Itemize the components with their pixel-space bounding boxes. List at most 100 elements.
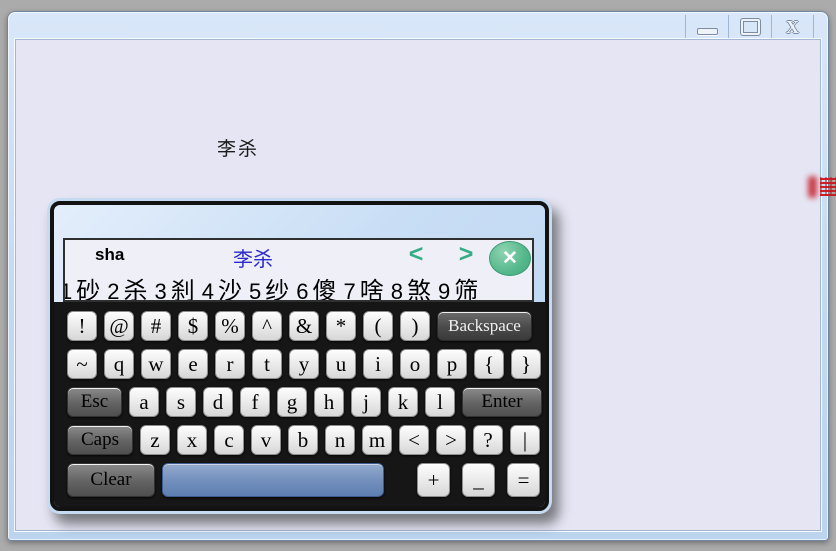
close-icon: X [786,18,799,36]
candidate-char: 筛 [454,271,478,302]
prev-page-arrow[interactable]: < [403,240,429,268]
keyboard-row-1: !@#$%^&*()Backspace [67,311,545,341]
key-enter[interactable]: Enter [462,387,542,417]
key-hash[interactable]: # [141,311,171,341]
key-z[interactable]: z [140,425,170,455]
maximize-button[interactable] [728,15,771,38]
key-m[interactable]: m [362,425,392,455]
key-f[interactable]: f [240,387,270,417]
key-x[interactable]: x [177,425,207,455]
composed-text: 李杀 [233,243,273,272]
key-j[interactable]: j [351,387,381,417]
minimize-icon [697,28,718,35]
key-question[interactable]: ? [473,425,503,455]
key-paren-open[interactable]: ( [363,311,393,341]
key-caret[interactable]: ^ [252,311,282,341]
key-d[interactable]: d [203,387,233,417]
key-i[interactable]: i [363,349,393,379]
key-asterisk[interactable]: * [326,311,356,341]
close-button[interactable]: X [771,15,814,38]
key-q[interactable]: q [104,349,134,379]
key-less-than[interactable]: < [399,425,429,455]
key-ampersand[interactable]: & [289,311,319,341]
key-g[interactable]: g [277,387,307,417]
key-tilde[interactable]: ~ [67,349,97,379]
candidate-char: 砂 [76,271,100,302]
keyboard-keys: !@#$%^&*()Backspace ~qwertyuiop{} Escasdfg… [67,311,545,497]
titlebar[interactable]: X [8,12,828,39]
virtual-keyboard: !@#$%^&*()Backspace ~qwertyuiop{} Escasdfg… [54,302,545,507]
candidate-9[interactable]: 9筛 [438,271,478,302]
pinyin-panel: sha 李杀 < > ✕ 1砂2杀3刹4沙5纱6傻7啥8煞9筛 [63,238,534,302]
key-s[interactable]: s [166,387,196,417]
keyboard-row-3: EscasdfghjklEnter [67,387,545,417]
ime-popup: sha 李杀 < > ✕ 1砂2杀3刹4沙5纱6傻7啥8煞9筛 !@#$%^&*… [50,201,549,511]
key-clear[interactable]: Clear [67,463,155,497]
key-dollar[interactable]: $ [178,311,208,341]
pinyin-header: sha 李杀 < > ✕ [65,240,532,270]
key-paren-close[interactable]: ) [400,311,430,341]
red-desktop-artifact [808,173,836,201]
candidate-3[interactable]: 3刹 [155,271,195,302]
document-text: 李杀 [217,134,259,161]
key-caps[interactable]: Caps [67,425,133,455]
key-c[interactable]: c [214,425,244,455]
candidate-1[interactable]: 1砂 [63,271,100,302]
candidate-char: 纱 [265,271,289,302]
candidate-5[interactable]: 5纱 [249,271,289,302]
key-plus[interactable]: + [417,463,450,497]
maximize-icon [741,19,760,35]
key-pipe[interactable]: | [510,425,540,455]
key-o[interactable]: o [400,349,430,379]
key-t[interactable]: t [252,349,282,379]
candidate-number: 1 [63,279,72,302]
minimize-button[interactable] [685,15,728,38]
key-backspace[interactable]: Backspace [437,311,532,341]
candidate-number: 5 [249,279,261,302]
candidate-number: 8 [391,279,403,302]
key-y[interactable]: y [289,349,319,379]
key-w[interactable]: w [141,349,171,379]
candidate-char: 杀 [124,271,148,302]
next-page-arrow[interactable]: > [453,240,479,268]
keyboard-row-2: ~qwertyuiop{} [67,349,545,379]
candidate-char: 煞 [407,271,431,302]
key-esc[interactable]: Esc [67,387,122,417]
desktop: { "window": { "title": "", "controls": {… [0,0,836,551]
key-r[interactable]: r [215,349,245,379]
key-at[interactable]: @ [104,311,134,341]
key-greater-than[interactable]: > [436,425,466,455]
key-p[interactable]: p [437,349,467,379]
candidate-number: 7 [344,279,356,302]
key-h[interactable]: h [314,387,344,417]
key-l[interactable]: l [425,387,455,417]
key-exclamation[interactable]: ! [67,311,97,341]
candidate-char: 沙 [218,271,242,302]
candidate-row: 1砂2杀3刹4沙5纱6傻7啥8煞9筛 [63,271,532,302]
key-k[interactable]: k [388,387,418,417]
key-space[interactable] [162,463,384,497]
key-u[interactable]: u [326,349,356,379]
key-underscore[interactable]: _ [462,463,495,497]
key-brace-open[interactable]: { [474,349,504,379]
key-a[interactable]: a [129,387,159,417]
red-glyph-mark [820,177,836,196]
key-e[interactable]: e [178,349,208,379]
key-n[interactable]: n [325,425,355,455]
key-b[interactable]: b [288,425,318,455]
key-brace-close[interactable]: } [511,349,541,379]
candidate-char: 刹 [171,271,195,302]
candidate-4[interactable]: 4沙 [202,271,242,302]
candidate-2[interactable]: 2杀 [107,271,147,302]
candidate-8[interactable]: 8煞 [391,271,431,302]
candidate-number: 4 [202,279,214,302]
candidate-number: 9 [438,279,450,302]
key-v[interactable]: v [251,425,281,455]
pinyin-input: sha [95,245,124,265]
candidate-7[interactable]: 7啥 [344,271,384,302]
candidate-6[interactable]: 6傻 [296,271,336,302]
window-controls: X [685,15,814,38]
candidate-char: 傻 [313,271,337,302]
key-equals[interactable]: = [507,463,540,497]
key-percent[interactable]: % [215,311,245,341]
